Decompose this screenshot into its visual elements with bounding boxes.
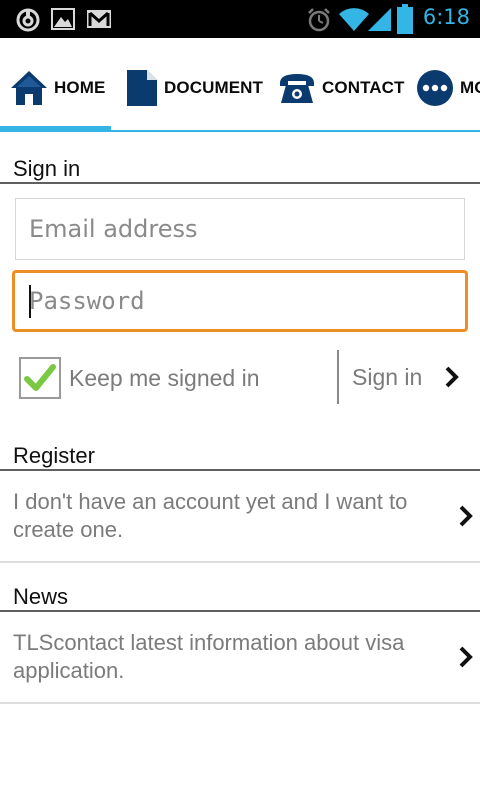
register-title: Register [13, 443, 95, 468]
signin-section-header: Sign in [0, 154, 480, 184]
tab-active-indicator [0, 126, 111, 132]
news-section-header: News [0, 582, 480, 612]
document-icon [127, 70, 157, 106]
sync-icon [16, 8, 40, 32]
phone-icon [280, 74, 314, 103]
email-field[interactable] [15, 198, 465, 260]
sign-in-button[interactable]: Sign in [340, 352, 480, 402]
register-list-item[interactable]: I don't have an account yet and I want t… [0, 473, 480, 563]
gmail-icon [87, 10, 111, 28]
tab-document-label: DOCUMENT [164, 78, 264, 97]
gallery-icon [51, 8, 75, 30]
status-bar: 6:18 [0, 0, 480, 38]
alarm-icon [308, 8, 330, 32]
keep-signed-in-label: Keep me signed in [69, 364, 260, 391]
status-time: 6:18 [422, 5, 470, 29]
tab-more[interactable]: MO [416, 68, 480, 108]
keep-signed-in-toggle[interactable]: Keep me signed in [19, 356, 260, 400]
password-field[interactable] [12, 270, 468, 332]
tab-contact[interactable]: CONTACT [278, 68, 405, 108]
keep-signed-in-checkbox[interactable] [19, 357, 61, 399]
home-icon [11, 71, 47, 105]
signin-divider [337, 350, 339, 404]
tab-contact-label: CONTACT [322, 78, 405, 97]
email-input[interactable] [16, 199, 464, 259]
sign-in-button-label: Sign in [352, 363, 423, 390]
tab-divider [111, 130, 480, 132]
news-list-item[interactable]: TLScontact latest information about visa… [0, 614, 480, 704]
chevron-right-icon [459, 646, 473, 668]
signin-title: Sign in [13, 156, 81, 181]
register-description: I don't have an account yet and I want t… [13, 489, 408, 542]
checkmark-icon [24, 364, 56, 391]
text-caret [29, 285, 31, 318]
more-icon [417, 70, 453, 106]
tab-home-label: HOME [54, 78, 106, 97]
tab-more-label: MO [460, 78, 480, 97]
signal-icon [368, 8, 391, 31]
password-input[interactable] [15, 273, 465, 329]
register-section-header: Register [0, 441, 480, 471]
tab-home[interactable]: HOME [10, 68, 105, 108]
battery-icon [397, 4, 413, 34]
chevron-right-icon [445, 366, 459, 388]
tab-document[interactable]: DOCUMENT [126, 68, 263, 108]
tab-bar: HOME DOCUMENT CONTACT MO [0, 38, 480, 134]
news-description: TLScontact latest information about visa… [13, 630, 405, 683]
chevron-right-icon [459, 505, 473, 527]
news-title: News [13, 584, 69, 609]
